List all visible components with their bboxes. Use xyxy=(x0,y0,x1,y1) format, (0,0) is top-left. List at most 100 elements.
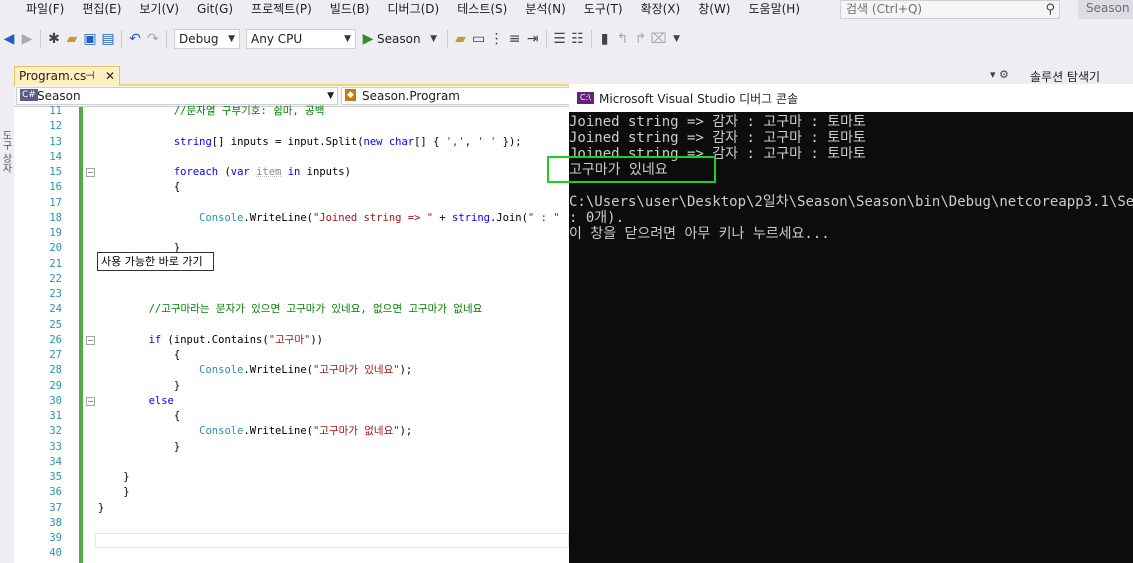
line-number: 32 xyxy=(49,425,62,438)
browse-icon[interactable]: ▰ xyxy=(452,31,470,47)
code-token: .Join( xyxy=(489,211,528,224)
line-number: 39 xyxy=(49,532,62,544)
toolbox-tab[interactable]: 도구 상자 xyxy=(0,130,13,173)
panel-options-icon[interactable]: ▾ ⚙ xyxy=(990,68,1009,81)
code-token: var xyxy=(230,166,250,178)
code-token: //고구마라는 문자가 있으면 고구마가 있네요, 없으면 고구마가 없네요 xyxy=(98,303,483,316)
solution-explorer-title[interactable]: 솔루션 탐색기 xyxy=(1030,68,1100,85)
menu-item[interactable]: 보기(V) xyxy=(130,0,188,21)
code-token: } xyxy=(98,471,130,483)
project-scope-dropdown[interactable]: C# Season ▼ xyxy=(16,87,338,105)
menu-item[interactable]: 창(W) xyxy=(689,0,739,21)
code-editor[interactable]: − − − 11 //문자열 구부기호: 쉼마, 공백 12 13 string[]… xyxy=(14,105,569,563)
csharp-project-icon: C# xyxy=(20,89,38,101)
back-icon[interactable]: ◀ xyxy=(0,31,18,47)
open-folder-icon[interactable]: ▰ xyxy=(63,31,81,47)
console-output-line: Joined string => 감자 : 고구마 : 토마토 xyxy=(569,130,866,146)
code-token: in xyxy=(287,166,301,178)
menu-item[interactable]: 편집(E) xyxy=(73,0,130,21)
chevron-down-icon[interactable]: ▼ xyxy=(668,34,686,44)
save-all-icon[interactable]: ▤ xyxy=(99,31,117,47)
code-line: 26 if (input.Contains("고구마")) xyxy=(14,333,569,348)
console-title-bar[interactable]: C:\ Microsoft Visual Studio 디버그 콘솔 xyxy=(569,84,1133,112)
save-icon[interactable]: ▣ xyxy=(81,31,99,47)
step-icon[interactable]: ⋮ xyxy=(488,31,506,47)
platform-dropdown[interactable]: Any CPU ▼ xyxy=(246,29,356,49)
menu-item[interactable]: 분석(N) xyxy=(516,0,574,21)
line-number: 11 xyxy=(49,105,62,117)
config-dropdown[interactable]: Debug ▼ xyxy=(174,29,240,49)
bookmark-icon[interactable]: ▮ xyxy=(596,31,614,47)
menu-item[interactable]: 디버그(D) xyxy=(379,0,449,21)
search-input[interactable]: 검색 (Ctrl+Q) ⚲ xyxy=(840,0,1060,19)
code-text: } xyxy=(98,440,180,455)
solution-name-badge: Season xyxy=(1078,0,1133,19)
line-number: 35 xyxy=(49,471,62,483)
console-app-icon: C:\ xyxy=(577,92,594,104)
undo-icon[interactable]: ↶ xyxy=(126,31,144,47)
menu-item[interactable]: 파일(F) xyxy=(0,0,73,21)
code-line: 22 xyxy=(14,272,569,287)
console-output-line: : 0개). xyxy=(569,210,625,226)
code-text: } xyxy=(98,379,180,394)
standard-toolbar: ◀ ▶ ✱ ▰ ▣ ▤ ↶ ↷ Debug ▼ Any CPU ▼ ▶ Seas… xyxy=(0,24,1133,54)
platform-value: Any CPU xyxy=(251,32,303,46)
start-debug-icon[interactable]: ▶ xyxy=(359,31,377,47)
redo-icon[interactable]: ↷ xyxy=(144,31,162,47)
menu-item[interactable]: 테스트(S) xyxy=(448,0,516,21)
code-line: 18 Console.WriteLine("Joined string => "… xyxy=(14,211,569,226)
start-project-label[interactable]: Season xyxy=(377,32,421,46)
class-scope-dropdown[interactable]: ◆ Season.Program xyxy=(341,87,571,105)
code-token: ',' xyxy=(445,135,465,148)
class-scope-value: Season.Program xyxy=(362,89,460,103)
code-token: } xyxy=(98,379,181,392)
menu-item[interactable]: 확장(X) xyxy=(632,0,690,21)
menu-item[interactable]: Git(G) xyxy=(188,0,242,21)
code-line: 32 Console.WriteLine("고구마가 없네요"); xyxy=(14,424,569,439)
line-number: 37 xyxy=(49,501,62,514)
menu-item[interactable]: 도구(T) xyxy=(575,0,632,21)
tab-label: Program.cs xyxy=(19,69,87,83)
indent-icon[interactable]: ⇥ xyxy=(524,31,542,47)
code-token: [] { xyxy=(414,135,446,148)
code-token: }); xyxy=(496,135,522,148)
code-line: 19 xyxy=(14,226,569,241)
screenshot-icon[interactable]: ▭ xyxy=(470,31,488,47)
code-token: item xyxy=(256,166,282,178)
code-token: ' ' xyxy=(477,135,497,148)
comment-lines-icon[interactable]: ☰ xyxy=(551,31,569,47)
chevron-down-icon[interactable]: ▼ xyxy=(425,34,443,44)
line-number: 27 xyxy=(49,349,62,361)
code-token: .WriteLine( xyxy=(243,211,313,224)
tab-program-cs[interactable]: Program.cs ⊣ ✕ xyxy=(14,66,120,86)
search-icon[interactable]: ⚲ xyxy=(1045,1,1055,18)
pin-icon[interactable]: ⊣ xyxy=(85,67,95,85)
uncomment-lines-icon[interactable]: ☷ xyxy=(569,31,587,47)
code-token: char xyxy=(388,135,415,148)
code-token: ); xyxy=(399,425,413,438)
line-number: 16 xyxy=(49,181,62,194)
line-number: 23 xyxy=(49,288,62,300)
menu-item[interactable]: 도움말(H) xyxy=(740,0,810,21)
code-text: string[] inputs = input.Split(new char[]… xyxy=(98,135,522,150)
new-project-icon[interactable]: ✱ xyxy=(45,31,63,47)
forward-icon[interactable]: ▶ xyxy=(18,31,36,47)
code-line: 34 xyxy=(14,455,569,470)
code-text: Console.WriteLine("고구마가 없네요"); xyxy=(98,424,412,439)
code-text: //고구마라는 문자가 있으면 고구마가 있네요, 없으면 고구마가 없네요 xyxy=(98,302,483,317)
code-token: "고구마가 없네요" xyxy=(312,425,400,438)
menu-item[interactable]: 프로젝트(P) xyxy=(242,0,321,21)
next-bookmark-icon[interactable]: ↱ xyxy=(632,31,650,47)
code-token: else xyxy=(148,394,174,407)
line-number: 29 xyxy=(49,379,62,392)
clear-bookmarks-icon[interactable]: ⌧ xyxy=(650,31,668,47)
code-line: 14 xyxy=(14,150,569,165)
toggle-comment-icon[interactable]: ≡ xyxy=(506,31,524,47)
close-icon[interactable]: ✕ xyxy=(105,67,115,85)
prev-bookmark-icon[interactable]: ↰ xyxy=(614,31,632,47)
menu-item[interactable]: 빌드(B) xyxy=(321,0,379,21)
